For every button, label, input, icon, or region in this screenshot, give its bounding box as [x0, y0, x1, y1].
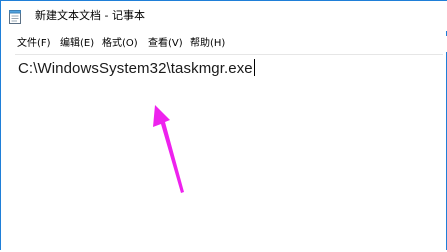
window-title: 新建文本文档 - 记事本: [35, 9, 145, 22]
menu-format[interactable]: 格式(O): [101, 37, 139, 50]
notepad-icon: [9, 9, 21, 24]
editor-content: C:\WindowsSystem32\taskmgr.exe: [18, 60, 253, 77]
menu-view[interactable]: 查看(V): [147, 37, 184, 50]
menu-edit[interactable]: 编辑(E): [59, 37, 95, 50]
title-bar[interactable]: 新建文本文档 - 记事本: [1, 1, 447, 31]
notepad-window: 新建文本文档 - 记事本 文件(F) 编辑(E) 格式(O) 查看(V) 帮助(…: [0, 0, 447, 252]
menu-bar: 文件(F) 编辑(E) 格式(O) 查看(V) 帮助(H): [1, 36, 447, 52]
menu-file[interactable]: 文件(F): [16, 37, 52, 50]
menu-help[interactable]: 帮助(H): [189, 37, 226, 50]
text-caret: [253, 59, 255, 76]
editor-text-line[interactable]: C:\WindowsSystem32\taskmgr.exe: [18, 59, 255, 78]
text-editor-area[interactable]: C:\WindowsSystem32\taskmgr.exe: [15, 54, 443, 252]
